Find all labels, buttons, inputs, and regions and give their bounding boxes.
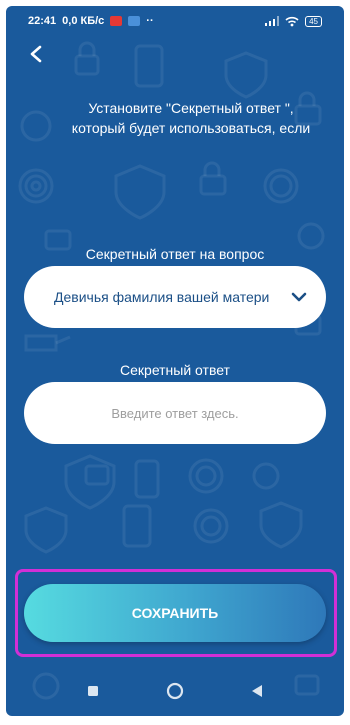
save-button[interactable]: СОХРАНИТЬ [24, 584, 326, 642]
square-icon [88, 686, 98, 696]
answer-label: Секретный ответ [120, 362, 230, 378]
question-selected-value: Девичья фамилия вашей матери [54, 289, 270, 305]
status-bar: 22:41 0,0 КБ/с ·· 45 [6, 6, 344, 36]
answer-input[interactable] [24, 382, 326, 444]
youtube-icon [110, 16, 123, 26]
nav-back-button[interactable] [248, 682, 266, 700]
status-dots: ·· [146, 15, 154, 27]
signal-icon [265, 16, 280, 26]
wifi-icon [285, 16, 299, 26]
question-select[interactable]: Девичья фамилия вашей матери [24, 266, 326, 328]
status-left: 22:41 0,0 КБ/с ·· [28, 15, 154, 27]
battery-icon: 45 [305, 15, 322, 27]
status-network-speed: 0,0 КБ/с [62, 15, 105, 27]
triangle-back-icon [252, 685, 262, 697]
instruction-text: Установите "Секретный ответ ", который б… [71, 100, 311, 136]
telegram-icon [128, 16, 141, 26]
arrow-left-icon [30, 45, 42, 63]
nav-home-button[interactable] [166, 682, 184, 700]
circle-icon [166, 682, 184, 700]
status-time: 22:41 [28, 15, 57, 27]
system-nav-bar [6, 666, 344, 716]
chevron-down-icon [291, 292, 307, 302]
nav-recent-button[interactable] [84, 682, 102, 700]
back-button[interactable] [24, 42, 48, 66]
app-screen: 22:41 0,0 КБ/с ·· 45 Установите "Секретн… [6, 6, 344, 716]
question-label: Секретный ответ на вопрос [85, 246, 265, 262]
status-right: 45 [265, 15, 322, 27]
